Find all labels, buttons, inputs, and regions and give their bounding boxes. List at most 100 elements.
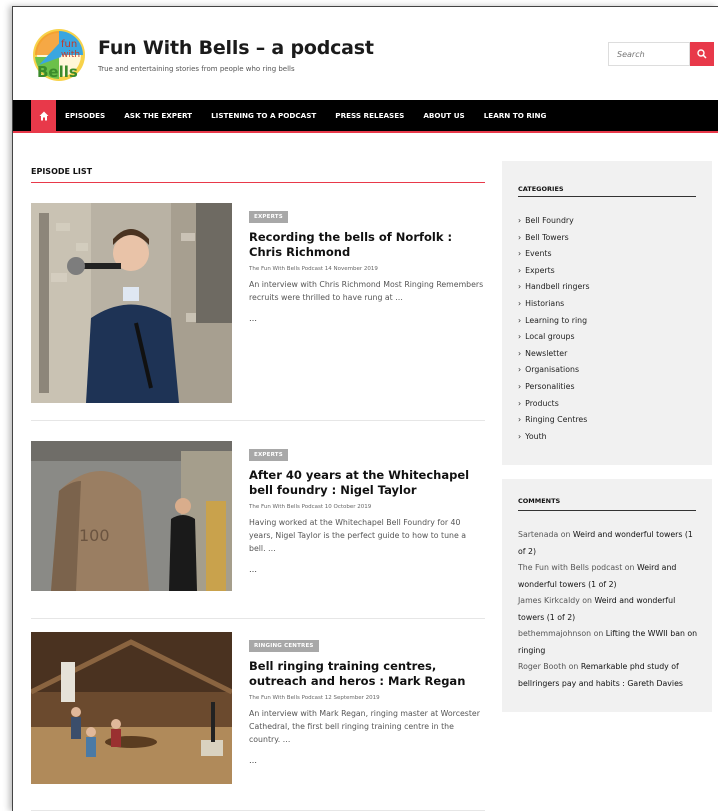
category-label: Newsletter xyxy=(525,348,568,358)
category-label: Handbell ringers xyxy=(525,282,590,292)
nav-home-button[interactable] xyxy=(31,100,56,131)
post-image: 100 xyxy=(31,441,232,591)
search-input[interactable]: Search xyxy=(608,42,690,66)
post-read-more[interactable]: … xyxy=(249,756,485,765)
nav-item-listening[interactable]: LISTENING TO A PODCAST xyxy=(211,100,316,131)
post-thumbnail[interactable] xyxy=(31,632,232,784)
category-label: Ringing Centres xyxy=(525,415,588,425)
chevron-right-icon: › xyxy=(518,332,522,342)
post-read-more[interactable]: … xyxy=(249,565,485,574)
category-item[interactable]: › Historians xyxy=(518,296,590,313)
category-label: Personalities xyxy=(525,381,575,391)
main-nav: EPISODES ASK THE EXPERT LISTENING TO A P… xyxy=(13,100,718,133)
search-icon xyxy=(697,49,707,59)
post-excerpt: An interview with Mark Regan, ringing ma… xyxy=(249,709,480,744)
recent-comments-list: Sartenada on Weird and wonderful towers … xyxy=(518,527,702,692)
category-label: Products xyxy=(525,398,559,408)
chevron-right-icon: › xyxy=(518,265,522,275)
widget-divider xyxy=(518,510,696,511)
category-item[interactable]: › Products xyxy=(518,396,590,413)
widget-divider xyxy=(518,196,696,197)
search-button[interactable] xyxy=(690,42,714,66)
svg-text:Bells: Bells xyxy=(37,63,78,81)
post-read-more[interactable]: … xyxy=(249,314,485,323)
post-title[interactable]: Recording the bells of Norfolk : Chris R… xyxy=(249,230,485,260)
chevron-right-icon: › xyxy=(518,398,522,408)
post-meta: The Fun With Bells Podcast 14 November 2… xyxy=(249,266,378,272)
comments-widget: COMMENTS Sartenada on Weird and wonderfu… xyxy=(502,479,712,712)
comment-connector: on xyxy=(558,530,573,539)
logo-graphic: fun with Bells xyxy=(33,29,85,81)
svg-text:100: 100 xyxy=(79,526,110,545)
category-badge[interactable]: RINGING CENTRES xyxy=(249,640,319,652)
post-title[interactable]: After 40 years at the Whitechapel bell f… xyxy=(249,468,485,498)
category-item[interactable]: › Organisations xyxy=(518,362,590,379)
category-badge[interactable]: EXPERTS xyxy=(249,449,288,461)
nav-item-learn-to-ring[interactable]: LEARN TO RING xyxy=(484,100,547,131)
category-item[interactable]: › Personalities xyxy=(518,379,590,396)
chevron-right-icon: › xyxy=(518,282,522,292)
post-divider xyxy=(31,618,485,619)
nav-item-press-releases[interactable]: PRESS RELEASES xyxy=(335,100,404,131)
site-logo[interactable]: fun with Bells xyxy=(31,27,87,83)
category-item[interactable]: › Ringing Centres xyxy=(518,412,590,429)
chevron-right-icon: › xyxy=(518,348,522,358)
post-excerpt: An interview with Chris Richmond Most Ri… xyxy=(249,280,484,302)
section-divider xyxy=(31,182,485,183)
post-thumbnail[interactable] xyxy=(31,203,232,403)
category-badge[interactable]: EXPERTS xyxy=(249,211,288,223)
chevron-right-icon: › xyxy=(518,249,522,259)
category-item[interactable]: › Bell Foundry xyxy=(518,213,590,230)
comment-connector: on xyxy=(566,662,581,671)
site-title[interactable]: Fun With Bells – a podcast xyxy=(98,37,374,59)
comment-author[interactable]: Roger Booth xyxy=(518,662,566,671)
home-icon xyxy=(39,111,48,120)
browser-page: fun with Bells Fun With Bells – a podcas… xyxy=(12,6,718,811)
category-label: Learning to ring xyxy=(525,315,588,325)
chevron-right-icon: › xyxy=(518,216,522,225)
section-title: EPISODE LIST xyxy=(31,167,93,176)
chevron-right-icon: › xyxy=(518,381,522,391)
comment-author[interactable]: bethemmajohnson xyxy=(518,629,591,638)
nav-item-about-us[interactable]: ABOUT US xyxy=(423,100,464,131)
chevron-right-icon: › xyxy=(518,365,522,375)
category-item[interactable]: › Local groups xyxy=(518,329,590,346)
category-label: Organisations xyxy=(525,365,580,375)
svg-text:with: with xyxy=(61,50,80,60)
category-label: Youth xyxy=(525,431,547,441)
category-label: Historians xyxy=(525,298,565,308)
post-thumbnail[interactable]: 100 xyxy=(31,441,232,591)
category-label: Bell Towers xyxy=(525,232,569,242)
site-tagline: True and entertaining stories from peopl… xyxy=(98,65,295,73)
comment-connector: on xyxy=(579,596,595,605)
comment-author[interactable]: James Kirkcaldy xyxy=(518,596,580,605)
post-meta: The Fun With Bells Podcast 10 October 20… xyxy=(249,504,372,510)
svg-text:fun: fun xyxy=(61,39,77,50)
category-label: Local groups xyxy=(525,332,575,342)
category-item[interactable]: › Handbell ringers xyxy=(518,279,590,296)
post-image xyxy=(31,203,232,403)
category-label: Bell Foundry xyxy=(525,216,574,225)
chevron-right-icon: › xyxy=(518,415,522,425)
category-item[interactable]: › Youth xyxy=(518,429,590,446)
category-item[interactable]: › Events xyxy=(518,246,590,263)
comment-author[interactable]: The Fun with Bells podcast xyxy=(518,563,622,572)
chevron-right-icon: › xyxy=(518,232,522,242)
comment-author[interactable]: Sartenada xyxy=(518,530,558,539)
category-item[interactable]: › Experts xyxy=(518,263,590,280)
nav-item-episodes[interactable]: EPISODES xyxy=(65,100,105,131)
chevron-right-icon: › xyxy=(518,315,522,325)
post-image xyxy=(31,632,232,784)
category-label: Events xyxy=(525,249,552,259)
category-item[interactable]: › Learning to ring xyxy=(518,313,590,330)
category-item[interactable]: › Newsletter xyxy=(518,346,590,363)
category-label: Experts xyxy=(525,265,555,275)
nav-item-ask-the-expert[interactable]: ASK THE EXPERT xyxy=(124,100,192,131)
chevron-right-icon: › xyxy=(518,431,522,441)
category-item[interactable]: › Bell Towers xyxy=(518,230,590,247)
post-title[interactable]: Bell ringing training centres, outreach … xyxy=(249,659,485,689)
post-excerpt: Having worked at the Whitechapel Bell Fo… xyxy=(249,518,467,553)
site-header: fun with Bells Fun With Bells – a podcas… xyxy=(13,7,718,100)
chevron-right-icon: › xyxy=(518,298,522,308)
categories-widget: CATEGORIES › Bell Foundry › Bell Towers › E… xyxy=(502,161,712,465)
